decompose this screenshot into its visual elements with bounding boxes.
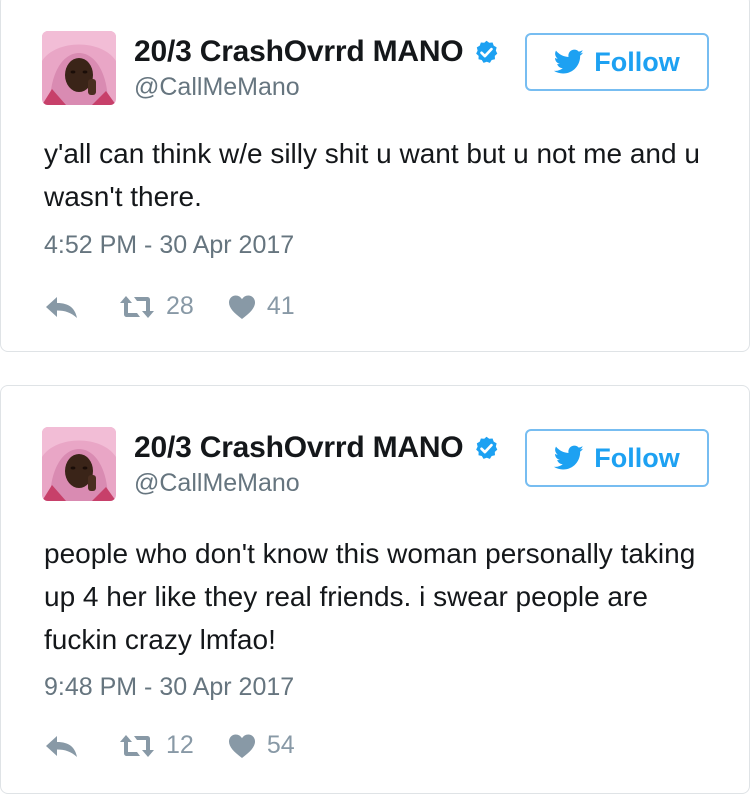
verified-badge-icon xyxy=(476,436,498,459)
follow-label: Follow xyxy=(594,46,680,77)
tweet-text: people who don't know this woman persona… xyxy=(44,538,696,655)
tweet-timestamp[interactable]: 9:48 PM - 30 Apr 2017 xyxy=(44,673,294,702)
tweet-actions: 12 54 xyxy=(45,731,295,760)
reply-icon xyxy=(46,735,77,757)
display-name[interactable]: 20/3 CrashOvrrd MANO xyxy=(134,431,464,465)
retweet-count: 12 xyxy=(166,731,194,759)
reply-button[interactable] xyxy=(45,734,79,758)
avatar[interactable] xyxy=(42,427,116,501)
follow-button[interactable]: Follow xyxy=(525,429,709,487)
tweet-text: y'all can think w/e silly shit u want bu… xyxy=(44,138,700,212)
follow-button[interactable]: Follow xyxy=(525,33,709,91)
follow-label: Follow xyxy=(594,442,680,473)
retweet-icon xyxy=(120,295,154,318)
display-name[interactable]: 20/3 CrashOvrrd MANO xyxy=(134,35,464,69)
retweet-count: 28 xyxy=(166,292,194,320)
retweet-button[interactable]: 12 xyxy=(79,731,194,760)
reply-button[interactable] xyxy=(45,295,79,319)
like-count: 41 xyxy=(266,292,295,320)
like-button[interactable]: 54 xyxy=(194,731,295,760)
tweet-card: 20/3 CrashOvrrd MANO @CallMeMano Follow … xyxy=(0,0,750,352)
twitter-bird-icon xyxy=(554,49,584,74)
verified-badge-icon xyxy=(476,40,498,63)
tweet-card: 20/3 CrashOvrrd MANO @CallMeMano Follow … xyxy=(0,385,750,794)
retweet-icon xyxy=(120,734,154,757)
twitter-bird-icon xyxy=(554,445,584,470)
retweet-button[interactable]: 28 xyxy=(79,292,194,321)
heart-icon xyxy=(228,734,255,758)
tweet-actions: 28 41 xyxy=(45,292,295,321)
handle[interactable]: @CallMeMano xyxy=(134,469,300,498)
reply-icon xyxy=(46,296,77,318)
avatar[interactable] xyxy=(42,31,116,105)
tweet-timestamp[interactable]: 4:52 PM - 30 Apr 2017 xyxy=(44,231,294,260)
like-button[interactable]: 41 xyxy=(194,292,295,321)
handle[interactable]: @CallMeMano xyxy=(134,73,300,102)
like-count: 54 xyxy=(266,731,295,759)
heart-icon xyxy=(228,295,255,319)
